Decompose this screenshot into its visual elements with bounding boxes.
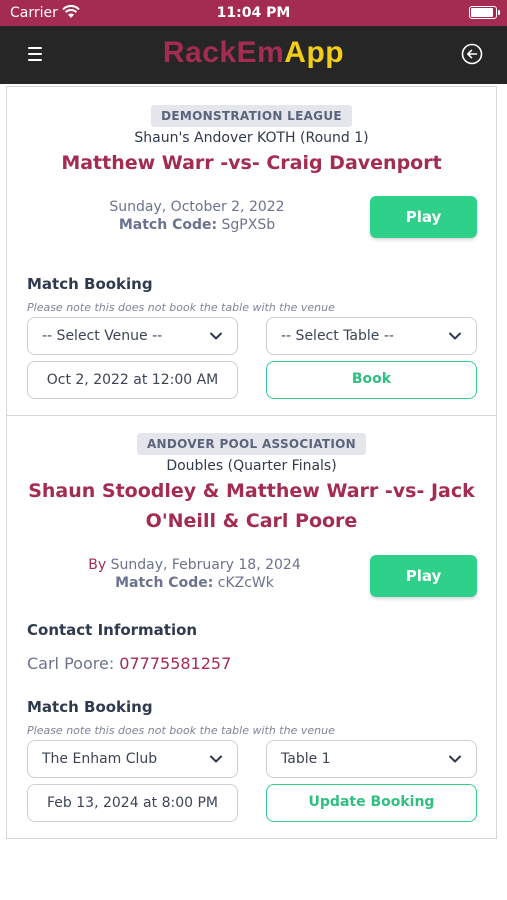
chevron-down-icon: [449, 332, 461, 340]
match-code: Match Code: SgPXSb: [118, 217, 276, 233]
table-select[interactable]: Table 1: [266, 740, 477, 778]
match-card: DEMONSTRATION LEAGUE Shaun's Andover KOT…: [6, 86, 497, 416]
status-bar: Carrier 11:04 PM: [0, 0, 507, 26]
competition-label: Shaun's Andover KOTH (Round 1): [134, 130, 369, 146]
battery-icon: [469, 6, 500, 19]
match-date: Sunday, October 2, 2022: [109, 199, 285, 215]
update-booking-button[interactable]: Update Booking: [266, 784, 477, 822]
nav-bar: RackEmApp: [0, 26, 507, 84]
play-button[interactable]: Play: [370, 555, 477, 597]
booking-note: Please note this does not book the table…: [27, 301, 335, 314]
league-badge: ANDOVER POOL ASSOCIATION: [136, 433, 367, 455]
match-meta: Sunday, October 2, 2022 Match Code: SgPX…: [97, 198, 297, 234]
match-title[interactable]: Shaun Stoodley & Matthew Warr -vs- Jack: [7, 476, 496, 506]
match-date-line: By Sunday, February 18, 2024: [88, 557, 301, 573]
venue-select[interactable]: The Enham Club: [27, 740, 238, 778]
league-badge: DEMONSTRATION LEAGUE: [151, 105, 352, 127]
match-title-continued[interactable]: O'Neill & Carl Poore: [7, 506, 496, 536]
book-button[interactable]: Book: [266, 361, 477, 399]
chevron-down-icon: [449, 755, 461, 763]
match-meta: By Sunday, February 18, 2024 Match Code:…: [82, 556, 307, 592]
match-card: ANDOVER POOL ASSOCIATION Doubles (Quarte…: [6, 415, 497, 839]
match-booking-heading: Match Booking: [27, 275, 153, 293]
booking-datetime-field[interactable]: Oct 2, 2022 at 12:00 AM: [27, 361, 238, 399]
clock: 11:04 PM: [216, 5, 291, 21]
match-title[interactable]: Matthew Warr -vs- Craig Davenport: [7, 148, 496, 178]
play-button[interactable]: Play: [370, 196, 477, 238]
table-select[interactable]: -- Select Table --: [266, 317, 477, 355]
match-code: Match Code: cKZcWk: [115, 575, 274, 591]
chevron-down-icon: [210, 755, 222, 763]
circle-arrow-left-icon[interactable]: [461, 43, 483, 65]
app-logo: RackEmApp: [162, 36, 345, 69]
booking-datetime-field[interactable]: Feb 13, 2024 at 8:00 PM: [27, 784, 238, 822]
contact-name: Carl Poore:: [27, 654, 115, 673]
contact-phone-link[interactable]: 07775581257: [119, 654, 231, 673]
booking-note: Please note this does not book the table…: [27, 724, 335, 737]
venue-select[interactable]: -- Select Venue --: [27, 317, 238, 355]
match-booking-heading: Match Booking: [27, 698, 153, 716]
chevron-down-icon: [210, 332, 222, 340]
contact-heading: Contact Information: [27, 621, 198, 639]
competition-label: Doubles (Quarter Finals): [166, 458, 337, 474]
contact-line: Carl Poore: 07775581257: [27, 654, 231, 673]
